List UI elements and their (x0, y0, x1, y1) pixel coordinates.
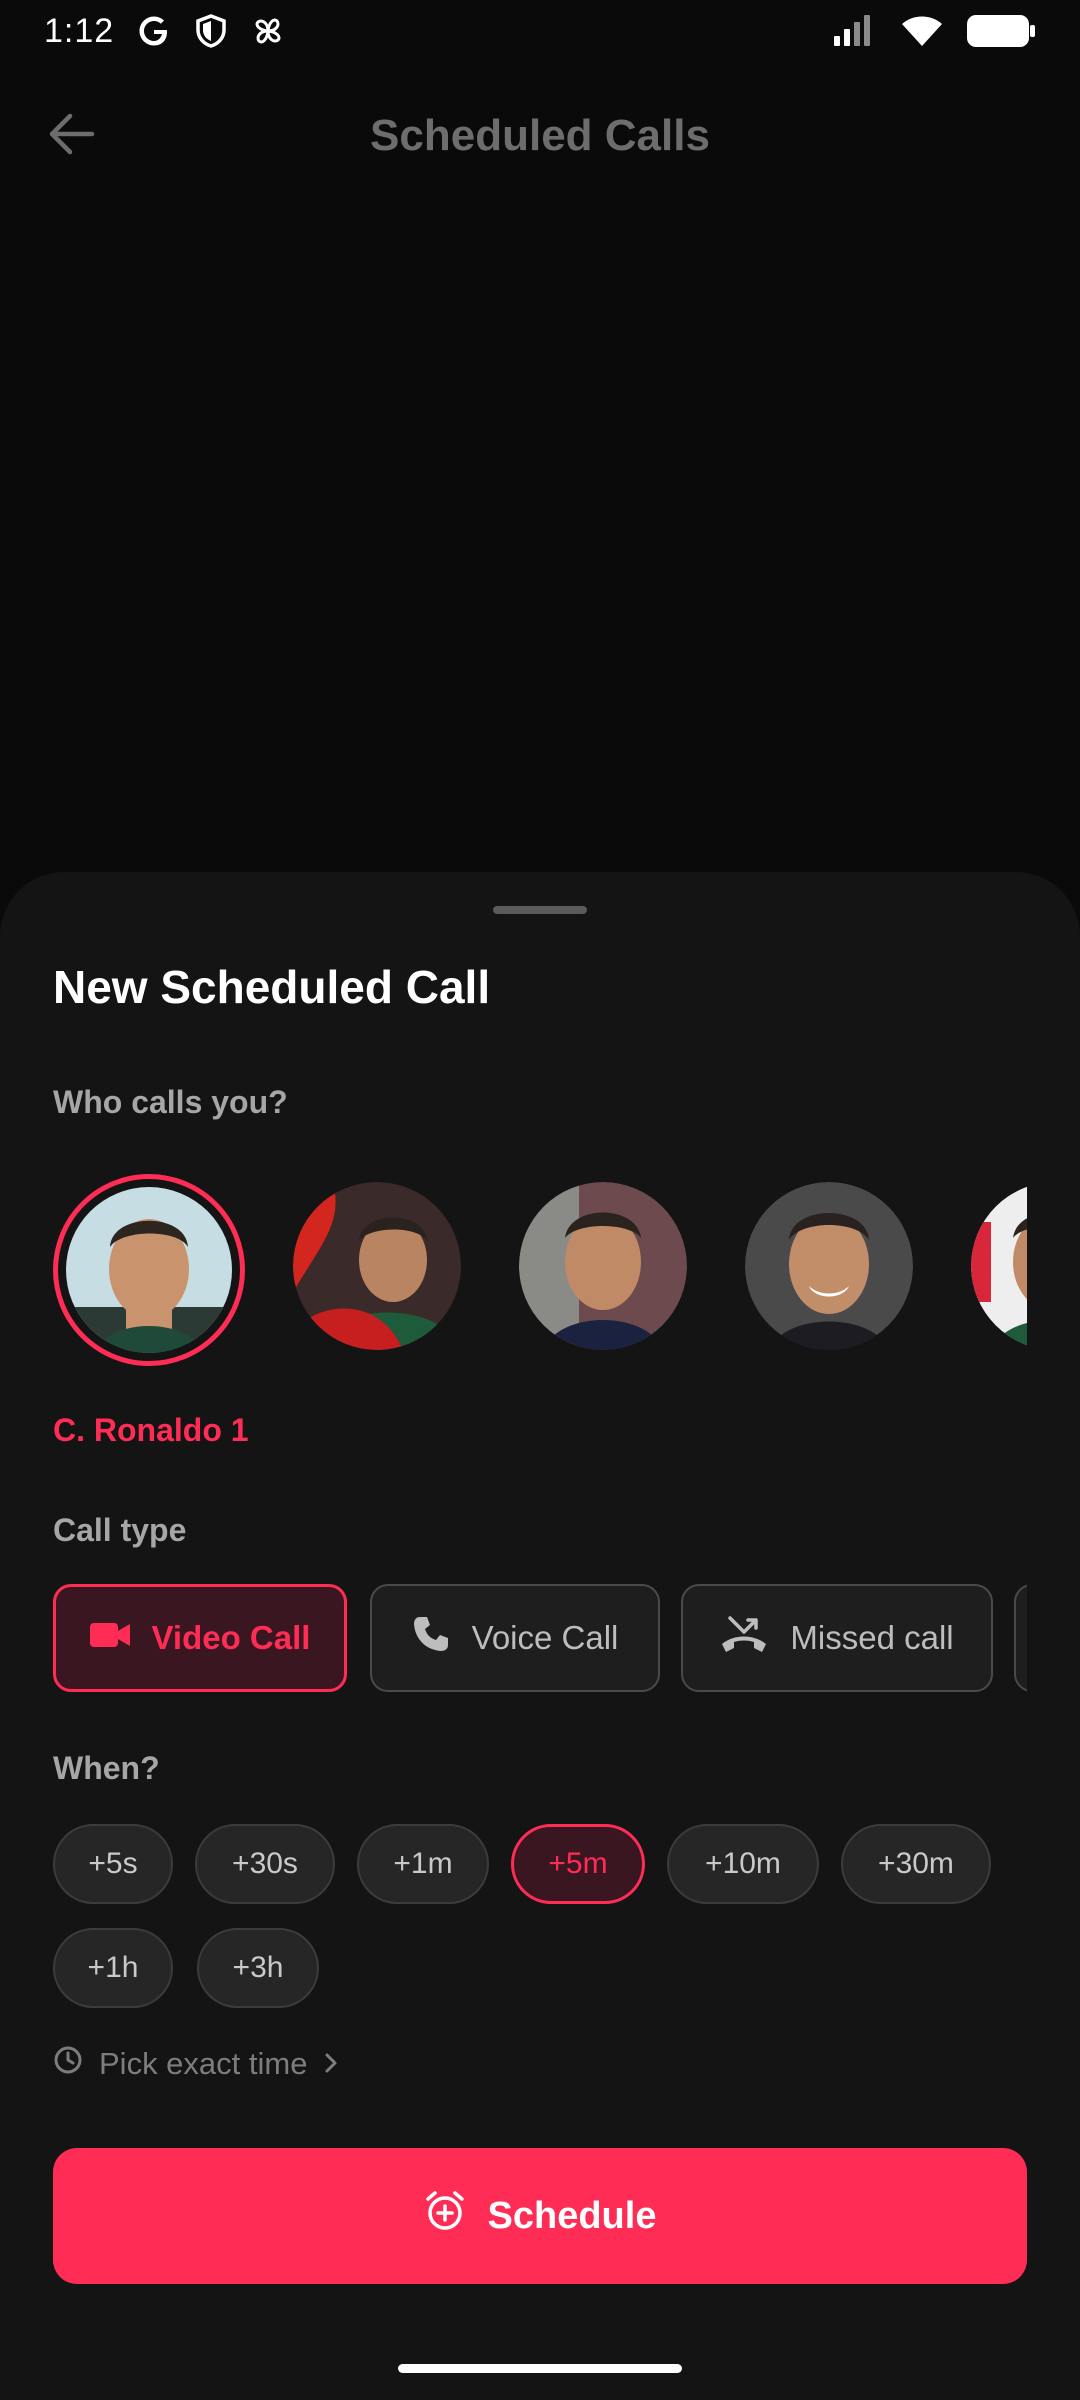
contact-avatar-3[interactable] (519, 1182, 687, 1350)
clock-icon (53, 2045, 83, 2083)
page-title: Scheduled Calls (370, 111, 710, 160)
avatar-photo (745, 1182, 913, 1350)
time-chip-30m[interactable]: +30m (841, 1824, 991, 1904)
new-call-sheet: New Scheduled Call Who calls you? C. Ron… (0, 872, 1080, 2400)
back-button[interactable] (40, 108, 104, 164)
call-type-more[interactable] (1014, 1584, 1027, 1692)
call-type-label: Missed call (790, 1619, 954, 1656)
time-chip-10m[interactable]: +10m (667, 1824, 819, 1904)
avatar-photo (971, 1182, 1027, 1350)
call-type-missed[interactable]: Missed call (681, 1584, 993, 1692)
battery-icon (966, 13, 1036, 49)
who-label: Who calls you? (53, 1084, 288, 1120)
schedule-button[interactable]: Schedule (53, 2148, 1027, 2284)
arrow-left-icon (48, 112, 96, 161)
contact-carousel[interactable] (53, 1174, 1027, 1374)
status-time: 1:12 (44, 11, 115, 50)
pinwheel-icon (250, 13, 286, 49)
drag-handle[interactable] (493, 906, 587, 914)
time-chip-1m[interactable]: +1m (357, 1824, 489, 1904)
status-bar: 1:12 (0, 0, 1080, 62)
time-chip-5m[interactable]: +5m (511, 1824, 645, 1904)
alarm-add-icon (424, 2190, 466, 2242)
avatar-photo (519, 1182, 687, 1350)
status-left: 1:12 (44, 12, 286, 51)
status-right (832, 13, 1036, 49)
call-type-row[interactable]: Video Call Voice Call Missed call (53, 1584, 1027, 1694)
call-type-video[interactable]: Video Call (53, 1584, 347, 1692)
call-type-label: Voice Call (471, 1619, 619, 1656)
schedule-label: Schedule (487, 2194, 657, 2237)
call-type-label: Video Call (151, 1619, 311, 1656)
phone-icon (412, 1615, 450, 1661)
contact-avatar-4[interactable] (745, 1182, 913, 1350)
wifi-icon (900, 14, 944, 48)
contact-avatar-2[interactable] (293, 1182, 461, 1350)
time-chip-3h[interactable]: +3h (197, 1928, 319, 2008)
signal-icon (832, 14, 878, 48)
call-type-voice[interactable]: Voice Call (370, 1584, 660, 1692)
time-chip-5s[interactable]: +5s (53, 1824, 173, 1904)
missed-call-icon (720, 1614, 768, 1662)
home-indicator[interactable] (398, 2364, 682, 2373)
video-camera-icon (89, 1619, 130, 1657)
contact-avatar-5[interactable] (971, 1182, 1027, 1350)
selected-contact-name: C. Ronaldo 1 (53, 1412, 249, 1448)
chevron-right-icon (323, 2046, 339, 2082)
time-chip-1h[interactable]: +1h (53, 1928, 173, 2008)
sheet-title: New Scheduled Call (53, 961, 491, 1013)
pick-exact-time-label: Pick exact time (99, 2046, 308, 2081)
shield-icon (194, 13, 228, 49)
call-type-label: Call type (53, 1512, 187, 1548)
pick-exact-time-link[interactable]: Pick exact time (53, 2044, 339, 2084)
avatar-photo (66, 1187, 232, 1353)
app-bar: Scheduled Calls (0, 80, 1080, 192)
when-label: When? (53, 1750, 160, 1786)
avatar-photo (293, 1182, 461, 1350)
google-g-icon (136, 13, 172, 49)
contact-avatar-1[interactable] (53, 1174, 245, 1366)
time-chip-30s[interactable]: +30s (195, 1824, 335, 1904)
